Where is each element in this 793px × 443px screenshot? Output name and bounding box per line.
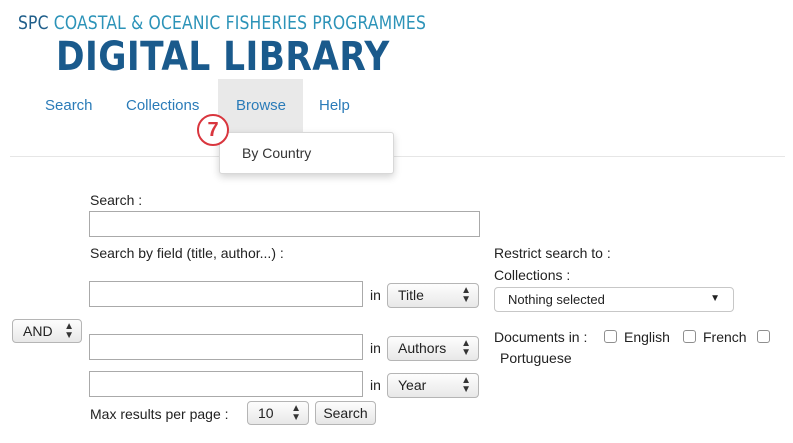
updown-arrows-icon: ▲ ▼ — [461, 375, 471, 395]
nav-item-help[interactable]: Help — [319, 97, 350, 114]
updown-arrows-icon: ▲ ▼ — [291, 403, 301, 423]
search-input[interactable] — [89, 211, 480, 237]
search-label: Search : — [90, 192, 143, 208]
search-submit-button[interactable]: Search — [315, 401, 376, 425]
caret-down-icon: ▼ — [710, 293, 720, 304]
site-title: DIGITAL LIBRARY — [56, 34, 390, 80]
language-label-french: French — [703, 329, 747, 345]
nav-item-collections[interactable]: Collections — [126, 97, 199, 114]
operator-select-value: AND — [23, 323, 53, 339]
checkbox-english[interactable] — [604, 330, 617, 343]
collections-label: Collections : — [494, 267, 571, 283]
collections-select[interactable]: Nothing selected ▼ — [494, 287, 734, 312]
field-2-input[interactable] — [89, 334, 363, 360]
field-2-in-label: in — [370, 340, 381, 356]
subtitle-prefix: SPC — [18, 12, 49, 34]
field-1-input[interactable] — [89, 281, 363, 307]
menu-item-by-country[interactable]: By Country — [242, 145, 311, 161]
step-callout-badge: 7 — [197, 114, 229, 146]
max-results-value: 10 — [258, 405, 274, 421]
field-3-input[interactable] — [89, 371, 363, 397]
checkbox-french[interactable] — [683, 330, 696, 343]
collections-select-value: Nothing selected — [508, 292, 605, 307]
field-2-select-value: Authors — [398, 340, 447, 356]
field-search-label: Search by field (title, author...) : — [90, 245, 284, 261]
max-results-select[interactable]: 10 ▲ ▼ — [247, 401, 309, 425]
browse-dropdown-menu: By Country — [219, 132, 394, 174]
updown-arrows-icon: ▲ ▼ — [461, 338, 471, 358]
nav-item-browse[interactable]: Browse — [236, 97, 286, 114]
field-1-select[interactable]: Title ▲ ▼ — [387, 283, 479, 308]
checkbox-portuguese[interactable] — [757, 330, 770, 343]
field-3-select-value: Year — [398, 377, 427, 393]
language-label-english: English — [624, 329, 670, 345]
max-results-label: Max results per page : — [90, 406, 229, 422]
operator-select[interactable]: AND ▲ ▼ — [12, 319, 82, 343]
field-3-select[interactable]: Year ▲ ▼ — [387, 373, 479, 398]
restrict-label: Restrict search to : — [494, 245, 611, 261]
updown-arrows-icon: ▲ ▼ — [64, 321, 74, 341]
documents-in-label: Documents in : — [494, 329, 588, 345]
language-label-portuguese: Portuguese — [500, 350, 572, 366]
field-3-in-label: in — [370, 377, 381, 393]
field-2-select[interactable]: Authors ▲ ▼ — [387, 336, 479, 361]
field-1-select-value: Title — [398, 287, 424, 303]
header-divider — [10, 156, 785, 157]
nav-item-search[interactable]: Search — [45, 97, 93, 114]
field-1-in-label: in — [370, 287, 381, 303]
updown-arrows-icon: ▲ ▼ — [461, 285, 471, 305]
subtitle-text: COASTAL & OCEANIC FISHERIES PROGRAMMES — [53, 12, 427, 34]
site-subtitle: SPC COASTAL & OCEANIC FISHERIES PROGRAMM… — [18, 12, 426, 34]
